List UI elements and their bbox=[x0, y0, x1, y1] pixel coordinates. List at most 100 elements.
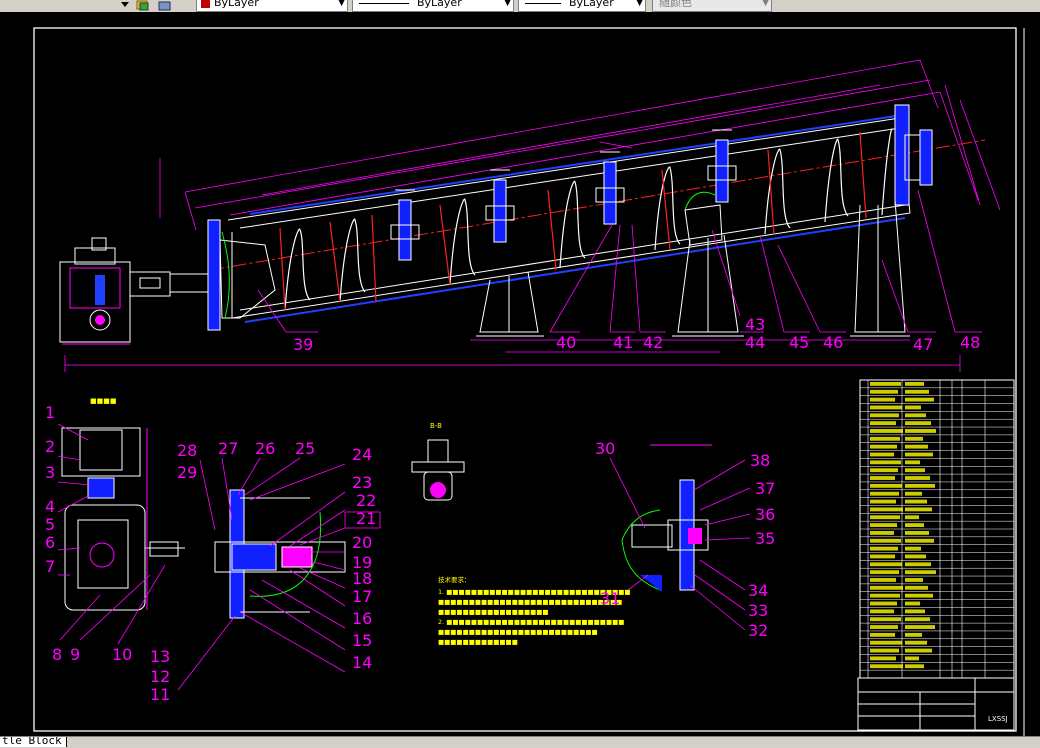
parts-table-cell-text bbox=[905, 570, 936, 575]
bottom-left-callouts: 1 2 3 4 5 6 7 8 9 10 11 12 13 14 15 16 1… bbox=[45, 403, 376, 704]
properties-toolbar: ByLayer ▼ ByLayer ▼ ByLayer ▼ 随颜色 ▼ bbox=[0, 0, 1040, 12]
parts-table-cell-text bbox=[905, 389, 929, 394]
callout-36: 36 bbox=[755, 505, 775, 524]
callout-22: 22 bbox=[356, 491, 376, 510]
callout-13: 13 bbox=[150, 647, 170, 666]
svg-text:技术要求：: 技术要求： bbox=[438, 575, 471, 584]
callout-12: 12 bbox=[150, 667, 170, 686]
parts-table-cell-text bbox=[870, 421, 896, 426]
parts-table-cell-text bbox=[870, 515, 900, 520]
callout-26: 26 bbox=[255, 439, 275, 458]
callout-46: 46 bbox=[823, 333, 843, 352]
parts-table-cell-text bbox=[905, 476, 930, 480]
callout-35: 35 bbox=[755, 529, 775, 548]
parts-table-cell-text bbox=[905, 523, 924, 527]
svg-text:■■■■■■■■■■■■■■■■■■■■■■■■■■: ■■■■■■■■■■■■■■■■■■■■■■■■■■ bbox=[438, 628, 598, 636]
chevron-down-icon: ▼ bbox=[338, 0, 345, 8]
parts-table-cell-text bbox=[870, 468, 898, 473]
parts-table-cell-text bbox=[905, 593, 933, 598]
plotstyle-control-combo[interactable]: 随颜色 ▼ bbox=[652, 0, 772, 12]
chevron-down-icon: ▼ bbox=[762, 0, 769, 8]
parts-table-cell-text bbox=[905, 656, 919, 661]
parts-table-cell-text bbox=[905, 397, 934, 402]
parts-table-cell-text bbox=[905, 632, 922, 637]
layer-previous-icon[interactable] bbox=[158, 0, 172, 11]
technical-notes: 技术要求： 1. ■■■■■■■■■■■■■■■■■■■■■■■■■■■■■■ … bbox=[438, 575, 631, 646]
callout-15: 15 bbox=[352, 631, 372, 650]
callout-38: 38 bbox=[750, 451, 770, 470]
main-callouts: 39 40 41 42 43 44 45 46 47 48 bbox=[293, 315, 980, 354]
parts-table-cell-text bbox=[905, 444, 928, 449]
callout-20: 20 bbox=[352, 533, 372, 552]
callout-29: 29 bbox=[177, 463, 197, 482]
callout-27: 27 bbox=[218, 439, 238, 458]
cad-drawing[interactable]: 39 40 41 42 43 44 45 46 47 48 ■■■■ 1 2 3… bbox=[0, 12, 1040, 736]
linetype-preview bbox=[359, 2, 409, 4]
callout-39: 39 bbox=[293, 335, 313, 354]
lineweight-combo-value: ByLayer bbox=[569, 0, 614, 9]
parts-table-cell-text bbox=[870, 460, 901, 465]
parts-table-cell-text bbox=[905, 640, 927, 645]
callout-40: 40 bbox=[556, 333, 576, 352]
parts-table-cell-text bbox=[905, 554, 926, 559]
parts-table-cell-text bbox=[870, 546, 898, 551]
callout-17: 17 bbox=[352, 587, 372, 606]
parts-table-cell-text bbox=[905, 421, 931, 426]
callout-43: 43 bbox=[745, 315, 765, 334]
parts-table-cell-text bbox=[905, 625, 935, 629]
callout-19: 19 bbox=[352, 553, 372, 572]
callout-7: 7 bbox=[45, 557, 55, 576]
layer-dropdown-arrow-icon[interactable] bbox=[118, 0, 132, 9]
callout-34: 34 bbox=[748, 581, 768, 600]
plotstyle-combo-value: 随颜色 bbox=[659, 0, 692, 9]
parts-table-cell-text bbox=[870, 656, 896, 661]
parts-table-cell-text bbox=[870, 413, 899, 418]
flight-edges bbox=[279, 131, 867, 311]
drive-motor-gearbox bbox=[59, 237, 209, 345]
callout-16: 16 bbox=[352, 609, 372, 628]
parts-table-cell-text bbox=[870, 389, 898, 394]
tail-bearing-detail bbox=[621, 444, 712, 592]
parts-table-cell-text bbox=[905, 515, 919, 520]
title-block: LXSSJ bbox=[857, 677, 1015, 731]
callout-28: 28 bbox=[177, 441, 197, 460]
parts-table-cell-text bbox=[905, 648, 932, 653]
support-legs bbox=[476, 199, 910, 337]
bottom-left-leaders bbox=[57, 423, 381, 691]
parts-table-cell-text bbox=[870, 382, 901, 386]
layer-states-icon[interactable] bbox=[136, 0, 150, 11]
callout-8: 8 bbox=[52, 645, 62, 664]
parts-table-cell-text bbox=[870, 625, 898, 629]
callout-41: 41 bbox=[613, 333, 633, 352]
conveyor-tube bbox=[227, 117, 911, 319]
callout-11: 11 bbox=[150, 685, 170, 704]
parts-table-cell-text bbox=[870, 617, 901, 622]
parts-table-cell-text bbox=[870, 554, 895, 559]
callout-24: 24 bbox=[352, 445, 372, 464]
detail-caption-text: ■■■■ bbox=[90, 397, 116, 405]
parts-table-cell-text bbox=[870, 483, 902, 488]
parts-table-cell-text bbox=[870, 436, 900, 441]
callout-23: 23 bbox=[352, 473, 372, 492]
callout-25: 25 bbox=[295, 439, 315, 458]
parts-table-cell-text bbox=[870, 499, 896, 504]
lineweight-control-combo[interactable]: ByLayer ▼ bbox=[518, 0, 646, 12]
callout-32: 32 bbox=[748, 621, 768, 640]
parts-list-table bbox=[859, 379, 1015, 679]
layout-tab[interactable]: tle Block bbox=[0, 737, 67, 747]
color-control-combo[interactable]: ByLayer ▼ bbox=[196, 0, 348, 12]
callout-3: 3 bbox=[45, 463, 55, 482]
parts-table-cell-text bbox=[905, 483, 935, 488]
svg-text:■■■■■■■■■■■■■: ■■■■■■■■■■■■■ bbox=[438, 638, 518, 646]
callout-4: 4 bbox=[45, 497, 55, 516]
parts-table-cell-text bbox=[870, 444, 897, 449]
drive-detail-view: ■■■■ bbox=[61, 397, 346, 619]
green-inlet-arc bbox=[221, 231, 230, 319]
svg-text:■■■■■■■■■■■■■■■■■■: ■■■■■■■■■■■■■■■■■■ bbox=[438, 608, 549, 616]
parts-table-cell-text bbox=[905, 664, 924, 669]
linetype-control-combo[interactable]: ByLayer ▼ bbox=[352, 0, 514, 12]
color-swatch-icon bbox=[201, 0, 210, 8]
parts-table-cell-text bbox=[870, 570, 899, 575]
callout-1: 1 bbox=[45, 403, 55, 422]
green-cutaway-arc bbox=[684, 191, 716, 211]
